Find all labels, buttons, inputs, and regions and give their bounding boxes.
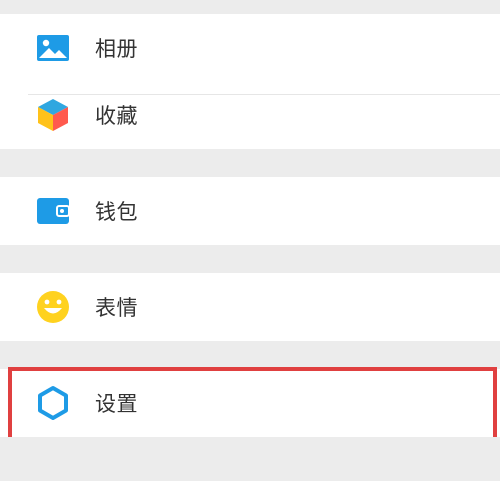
menu-item-emoji[interactable]: 表情 [0,273,500,341]
menu-item-emoji-label: 表情 [95,296,138,320]
top-gray-band [0,0,500,14]
menu-group-wallet: 钱包 [0,177,500,245]
wallet-icon [34,192,72,230]
album-icon [34,29,72,67]
menu-item-favorites-label: 收藏 [95,104,138,128]
menu-item-settings[interactable]: 设置 [0,369,500,437]
menu-group-emoji: 表情 [0,273,500,341]
menu-item-album[interactable]: 相册 [0,14,500,82]
bottom-gray-area [0,437,500,481]
menu-group-settings: 设置 [0,369,500,437]
emoji-icon [34,288,72,326]
menu-item-album-label: 相册 [95,37,138,61]
menu-item-settings-label: 设置 [95,392,138,416]
menu-item-wallet[interactable]: 钱包 [0,177,500,245]
menu-item-wallet-label: 钱包 [95,200,138,224]
favorites-icon [34,96,72,134]
settings-icon [34,384,72,422]
menu-group-album-favorites: 相册 收藏 [0,14,500,149]
menu-item-favorites[interactable]: 收藏 [0,81,500,149]
